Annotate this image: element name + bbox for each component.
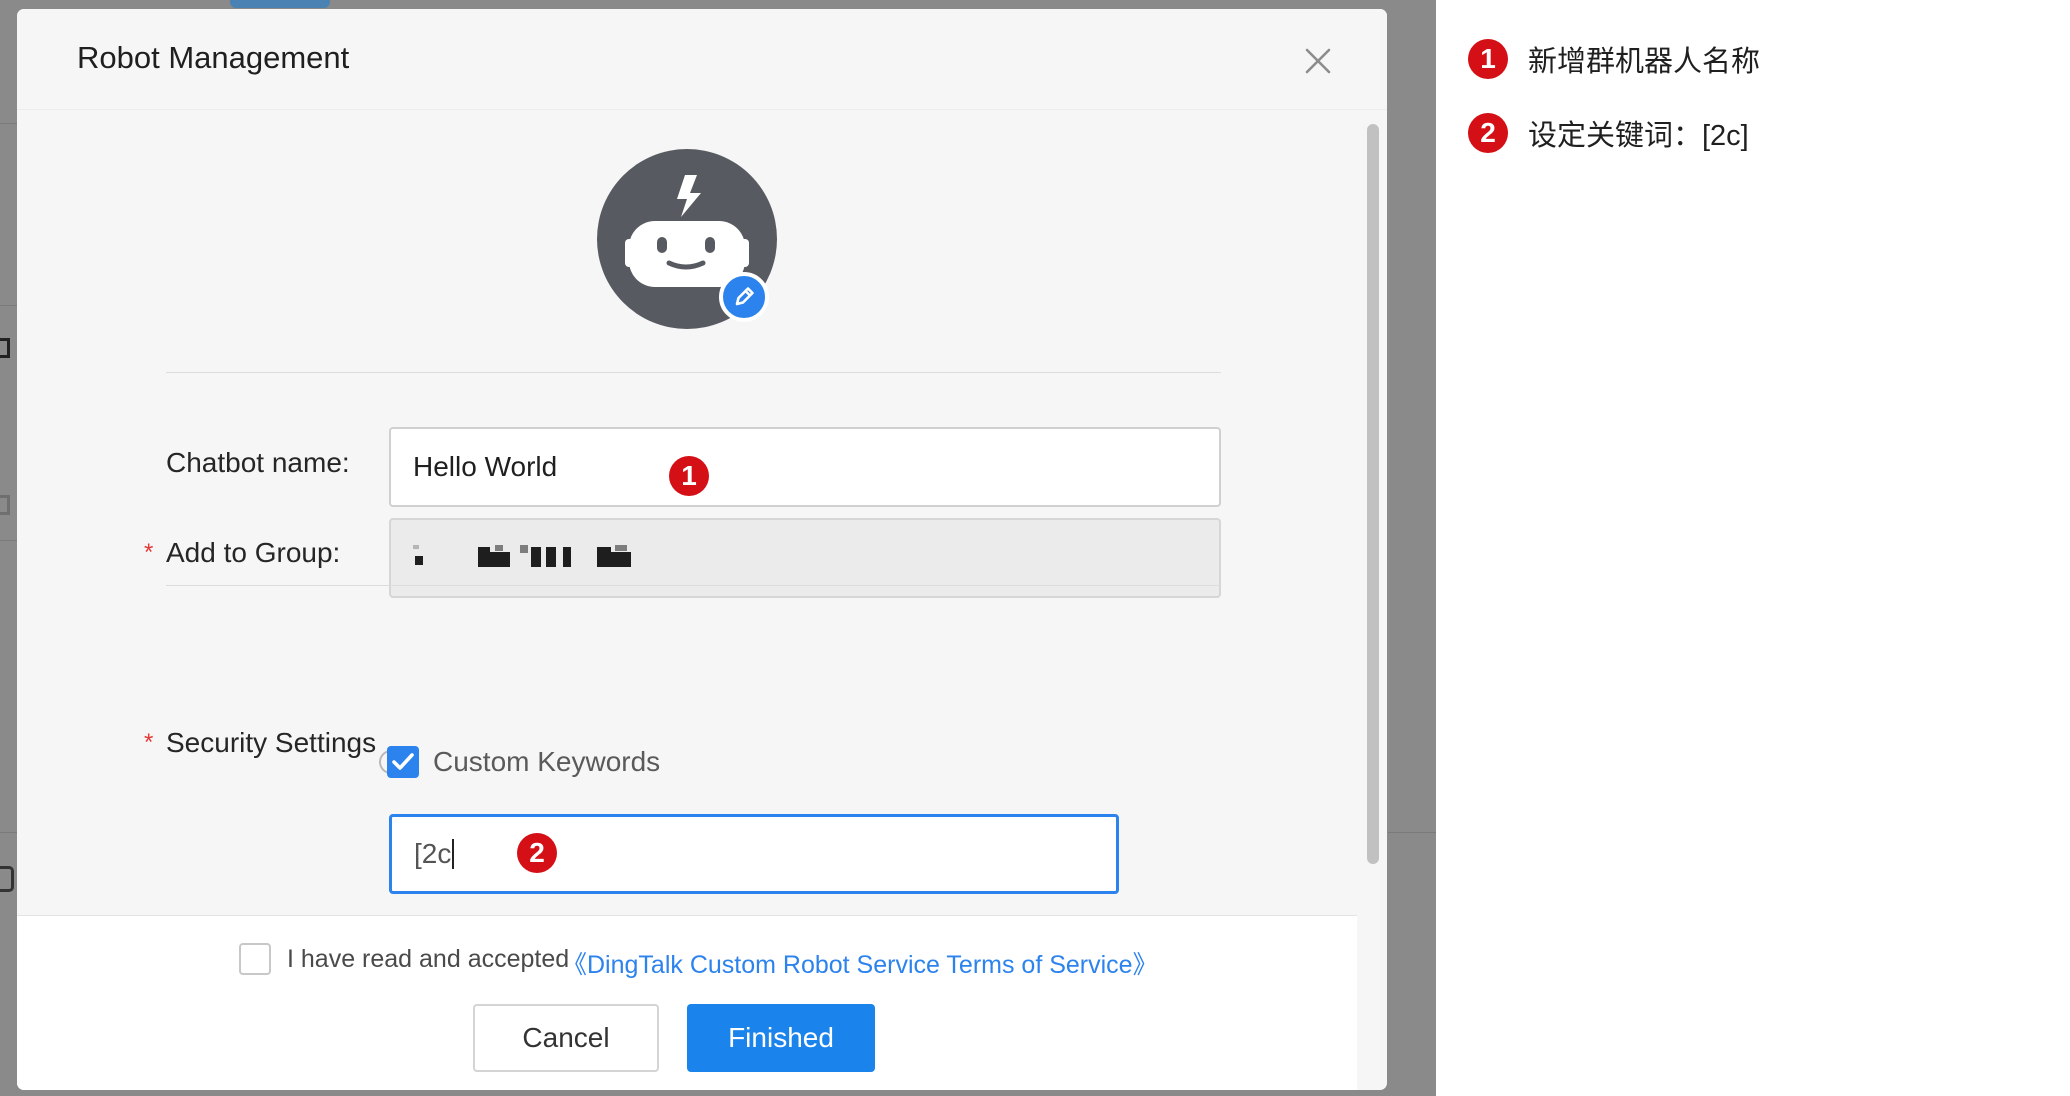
- annotation-marker-1: 1: [669, 456, 709, 496]
- dialog-header: Robot Management: [17, 9, 1387, 109]
- background-divider: [0, 832, 17, 833]
- edit-avatar-button[interactable]: [719, 272, 769, 322]
- terms-agree-text: I have read and accepted: [287, 945, 570, 973]
- custom-keyword-value: [2c: [414, 838, 452, 869]
- legend-item-2: 2 设定关键词：[2c]: [1468, 112, 1749, 154]
- required-mark: *: [144, 539, 154, 566]
- pencil-icon: [735, 287, 754, 306]
- background-divider: [0, 305, 17, 306]
- terms-agree-checkbox[interactable]: [239, 943, 271, 975]
- legend-marker-2: 2: [1468, 113, 1508, 153]
- scrollbar-thumb[interactable]: [1367, 124, 1379, 864]
- chatbot-name-input[interactable]: Hello World: [389, 427, 1221, 507]
- background-checkbox-icon: [0, 866, 14, 892]
- legend-text-2: 设定关键词：[2c]: [1528, 120, 1749, 152]
- section-divider: [166, 372, 1221, 373]
- background-tab: [230, 0, 330, 8]
- required-mark: *: [144, 729, 154, 756]
- background-icon: [0, 338, 10, 358]
- dialog-footer: I have read and accepted 《DingTalk Custo…: [17, 915, 1357, 1090]
- close-icon: [1305, 48, 1331, 74]
- custom-keywords-checkbox[interactable]: [387, 746, 419, 778]
- dialog-title: Robot Management: [77, 40, 350, 75]
- legend-text-1: 新增群机器人名称: [1528, 46, 1761, 78]
- section-divider: [166, 585, 1221, 586]
- legend-item-1: 1 新增群机器人名称: [1468, 38, 1760, 80]
- background-divider: [0, 123, 17, 124]
- checkmark-icon: [392, 753, 414, 770]
- custom-keyword-input[interactable]: [2c: [389, 814, 1119, 894]
- header-divider: [17, 109, 1387, 110]
- background-divider: [1388, 832, 1436, 833]
- cancel-button[interactable]: Cancel: [473, 1004, 659, 1072]
- robot-management-dialog: Robot Management Chatbot name: Hello Wor…: [17, 9, 1387, 1090]
- add-to-group-field: [389, 518, 1221, 598]
- chatbot-name-label: Chatbot name:: [166, 447, 350, 478]
- background-divider: [0, 540, 17, 541]
- terms-of-service-link[interactable]: 《DingTalk Custom Robot Service Terms of …: [562, 945, 1158, 981]
- add-to-group-label: Add to Group:: [166, 537, 341, 568]
- text-caret: [452, 839, 455, 869]
- chatbot-name-value: Hello World: [413, 451, 558, 482]
- security-settings-label: Security Settings: [166, 727, 377, 758]
- legend-marker-1: 1: [1468, 39, 1508, 79]
- annotation-marker-2: 2: [517, 833, 557, 873]
- background-icon: [0, 495, 10, 515]
- finished-button[interactable]: Finished: [687, 1004, 875, 1072]
- close-button[interactable]: [1301, 44, 1335, 78]
- custom-keywords-label: Custom Keywords: [433, 746, 661, 777]
